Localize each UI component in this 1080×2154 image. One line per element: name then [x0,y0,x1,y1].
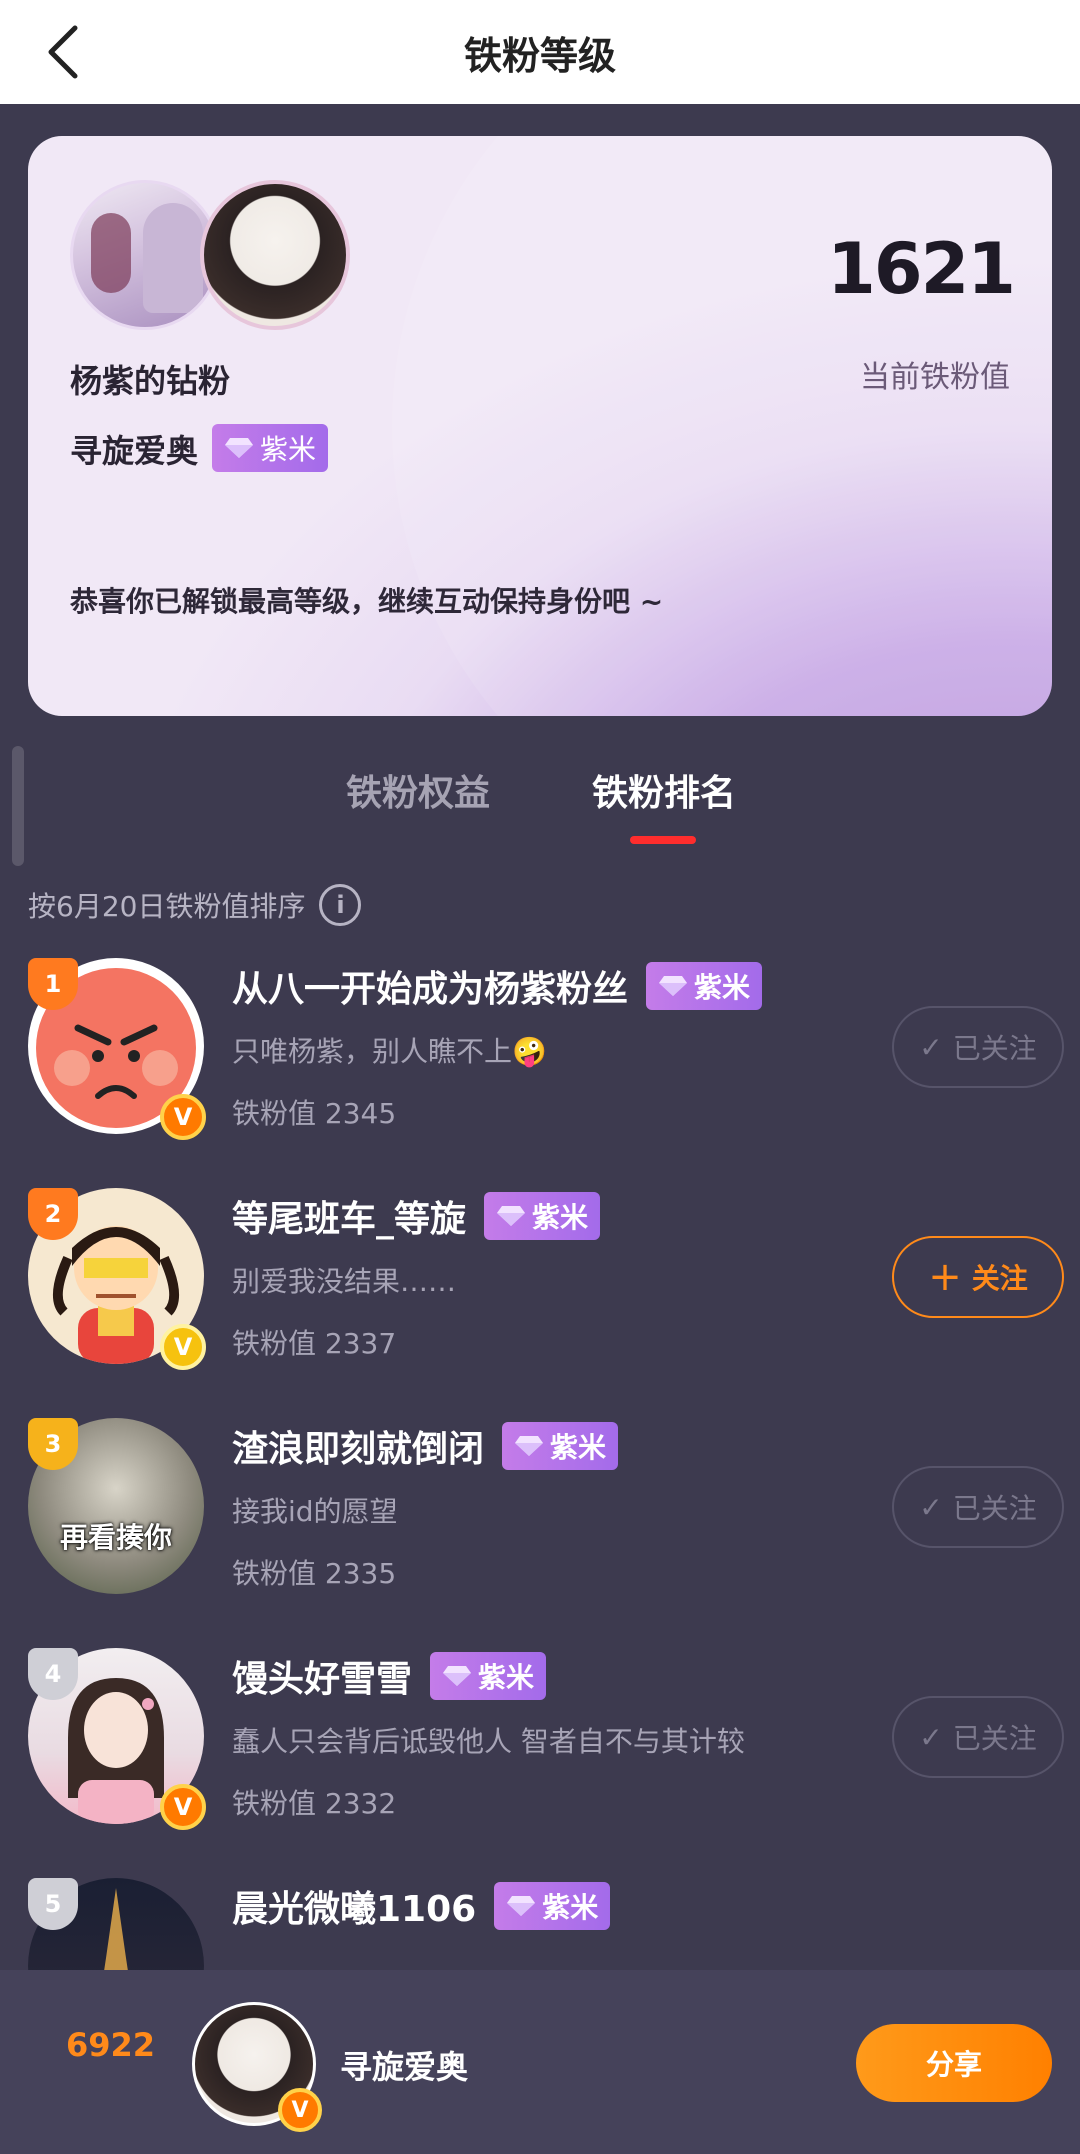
fan-level-card: 杨紫的钻粉 寻旋爱奥 紫米 1621 当前铁粉值 恭喜你已解锁最高等级，继续互动… [28,136,1052,716]
diamond-icon [659,976,688,996]
tab-fan-ranking[interactable]: 铁粉排名 [592,764,736,816]
sort-text: 按6月20日铁粉值排序 [28,890,306,923]
fan-value-number: 2345 [324,1097,397,1130]
diamond-icon [507,1896,536,1916]
followed-button[interactable]: ✓ 已关注 [892,1696,1064,1778]
active-tab-indicator [630,836,696,844]
fan-name: 从八一开始成为杨紫粉丝 紫米 [232,960,763,1012]
fan-badge-label: 紫米 [260,433,317,466]
fan-badge: 紫米 [484,1192,601,1240]
fan-value-label: 铁粉值 [232,1787,317,1820]
fan-name-text: 等尾班车_等旋 [232,1199,467,1240]
my-username: 寻旋爱奥 [340,2048,469,2086]
fan-name: 等尾班车_等旋 紫米 [232,1190,601,1242]
fan-value-label: 铁粉值 [232,1097,317,1130]
fan-badge-label: 紫米 [532,1201,589,1234]
check-icon: ✓ [919,1490,943,1524]
info-icon[interactable]: i [319,884,362,926]
rank-badge: 5 [28,1878,78,1930]
fan-score-label: 当前铁粉值 [860,360,1010,395]
fan-bio: 别爱我没结果…… [232,1265,457,1298]
follow-button[interactable]: + 关注 [892,1236,1064,1318]
rank-badge: 1 [28,958,78,1010]
fan-badge: 紫米 [430,1652,547,1700]
fan-badge: 紫米 [646,962,763,1010]
scrollbar[interactable] [12,746,24,866]
fan-value-number: 2332 [324,1787,397,1820]
rank-badge: 3 [28,1418,78,1470]
card-decoration [392,136,1052,716]
followed-button-label: 已关注 [952,1032,1037,1065]
fan-value-number: 2337 [324,1327,397,1360]
fan-value: 铁粉值 2332 [232,1782,396,1822]
fan-name-text: 渣浪即刻就倒闭 [232,1429,485,1470]
rank-badge: 4 [28,1648,78,1700]
sort-description: 按6月20日铁粉值排序 i [28,884,362,926]
fan-name-text: 晨光微曦1106 [232,1889,477,1930]
tab-fan-benefits[interactable]: 铁粉权益 [346,764,490,816]
fan-badge-label: 紫米 [478,1661,535,1694]
fan-bio: 只唯杨紫，别人瞧不上🤪 [232,1035,547,1068]
fan-badge-label: 紫米 [694,971,751,1004]
chevron-left-icon [48,25,78,79]
followed-button[interactable]: ✓ 已关注 [892,1466,1064,1548]
check-icon: ✓ [919,1030,943,1064]
plus-icon: + [928,1254,962,1300]
fan-name: 渣浪即刻就倒闭 紫米 [232,1420,619,1472]
fan-bio: 接我id的愿望 [232,1495,398,1528]
ranking-row[interactable]: 1 V 从八一开始成为杨紫粉丝 紫米 只唯杨紫，别人瞧不上🤪 铁粉值 2345 … [0,958,1080,1178]
fan-value: 铁粉值 2337 [232,1322,396,1362]
fan-badge: 紫米 [502,1422,619,1470]
fan-value-number: 2335 [324,1557,397,1590]
fan-group-name: 杨紫的钻粉 [70,362,231,400]
level-message: 恭喜你已解锁最高等级，继续互动保持身份吧 ~ [70,585,664,618]
follow-button-label: 关注 [971,1262,1028,1295]
diamond-icon [515,1436,544,1456]
fan-name-text: 从八一开始成为杨紫粉丝 [232,969,629,1010]
back-button[interactable] [24,14,100,90]
idol-poster-avatar [70,180,220,330]
fan-badge-label: 紫米 [542,1891,599,1924]
my-rank-bar: 6922 V 寻旋爱奥 分享 [0,1970,1080,2154]
diamond-icon [443,1666,472,1686]
fan-badge-label: 紫米 [550,1431,607,1464]
fan-name: 馒头好雪雪 紫米 [232,1650,547,1702]
verified-v-icon: V [160,1094,206,1140]
ranking-row[interactable]: 2 V 等尾班车_等旋 紫米 别爱我没结果…… 铁粉值 2337 + 关注 [0,1188,1080,1408]
fan-value: 铁粉值 2345 [232,1092,396,1132]
page-title: 铁粉等级 [463,33,616,78]
ranking-row[interactable]: 4 V 馒头好雪雪 紫米 蠢人只会背后诋毁他人 智者自不与其计较 铁粉值 233… [0,1648,1080,1868]
fan-name: 晨光微曦1106 紫米 [232,1880,611,1932]
diamond-icon [497,1206,526,1226]
followed-button-label: 已关注 [952,1722,1037,1755]
check-icon: ✓ [919,1720,943,1754]
avatar-caption: 再看揍你 [59,1521,172,1554]
diamond-icon [225,438,253,458]
my-rank-number: 6922 [66,2026,156,2064]
fan-badge: 紫米 [212,424,329,472]
fan-value-label: 铁粉值 [232,1327,317,1360]
fan-value-label: 铁粉值 [232,1557,317,1590]
fan-bio: 蠢人只会背后诋毁他人 智者自不与其计较 [232,1725,745,1758]
fan-score: 1621 [827,228,1016,310]
fan-badge: 紫米 [494,1882,611,1930]
verified-v-icon: V [278,2088,322,2132]
followed-button-label: 已关注 [952,1492,1037,1525]
top-bar: 铁粉等级 [0,0,1080,104]
fan-name-text: 馒头好雪雪 [232,1659,413,1700]
share-button[interactable]: 分享 [856,2024,1052,2102]
rank-badge: 2 [28,1188,78,1240]
verified-v-icon: V [160,1324,206,1370]
ranking-row[interactable]: 再看揍你 3 渣浪即刻就倒闭 紫米 接我id的愿望 铁粉值 2335 ✓ 已关注 [0,1418,1080,1638]
fan-value: 铁粉值 2335 [232,1552,396,1592]
verified-v-icon: V [160,1784,206,1830]
card-username: 寻旋爱奥 [70,432,199,470]
followed-button[interactable]: ✓ 已关注 [892,1006,1064,1088]
user-avatar [200,180,350,330]
